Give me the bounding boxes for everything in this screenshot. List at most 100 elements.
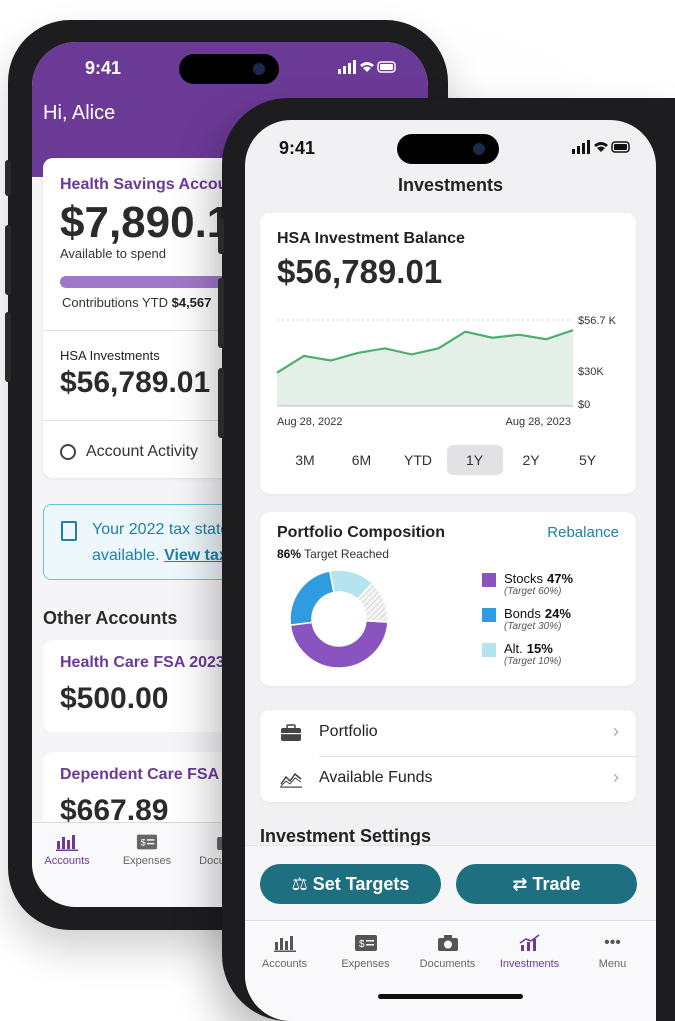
bar-chart-icon <box>56 835 78 851</box>
y-tick-label: $0 <box>578 399 590 411</box>
growth-icon <box>519 934 539 951</box>
area-fill <box>277 330 573 406</box>
front-screen: 9:41 Investments HSA Investment Balance … <box>245 120 656 1021</box>
contributions-ytd: Contributions YTD $4,567 <box>62 295 211 310</box>
document-icon <box>61 521 77 541</box>
range-6m[interactable]: 6M <box>334 445 390 475</box>
range-2y[interactable]: 2Y <box>503 445 559 475</box>
line-chart-icon <box>280 772 302 788</box>
range-3m[interactable]: 3M <box>277 445 333 475</box>
x-tick-label: Aug 28, 2022 <box>277 416 342 428</box>
status-time: 9:41 <box>279 138 316 158</box>
legend-label: Alt. 15% <box>504 641 553 656</box>
expense-icon: $ <box>136 834 158 850</box>
dynamic-island <box>179 54 279 84</box>
tab-accounts[interactable]: Accounts <box>247 933 322 970</box>
tab-expenses[interactable]: $ Expenses <box>112 833 182 867</box>
range-1y[interactable]: 1Y <box>446 445 503 475</box>
portfolio-row[interactable]: Portfolio › <box>260 710 636 756</box>
swap-icon: ⇄ <box>512 874 528 894</box>
camera-icon <box>473 143 485 155</box>
account-title: Dependent Care FSA <box>60 766 220 783</box>
legend-target: (Target 10%) <box>504 656 562 667</box>
dynamic-island <box>397 134 499 164</box>
phone-button <box>5 225 11 295</box>
signal-wifi-battery-icon <box>338 60 396 74</box>
status-icons <box>338 60 398 77</box>
legend-target: (Target 30%) <box>504 621 562 632</box>
screen-title: Investments <box>397 175 504 195</box>
y-tick-label: $56.7 K <box>578 315 617 327</box>
hsa-title: Health Savings Account <box>60 176 243 193</box>
signal-wifi-battery-icon <box>572 140 630 154</box>
tab-label: Documents <box>419 958 476 970</box>
contrib-label: Contributions YTD <box>62 295 168 310</box>
balance-chart: $56.7 K $30K $0 Aug 28, 2022 Aug 28, 2023 <box>276 315 617 428</box>
trade-label: Trade <box>532 874 581 894</box>
tab-accounts[interactable]: Accounts <box>32 833 102 867</box>
balance-card: HSA Investment Balance $56,789.01 $56.7 … <box>260 213 636 494</box>
expense-icon: $ <box>354 935 377 951</box>
tax-notice-line2: available. <box>92 547 160 564</box>
more-icon: ••• <box>604 934 621 951</box>
range-selector: 3M 6M YTD 1Y 2Y 5Y <box>277 445 627 475</box>
phone-button <box>218 368 224 438</box>
legend-label: Stocks 47% <box>504 571 574 586</box>
legend-swatch <box>482 643 496 657</box>
tab-label: Menu <box>598 958 627 970</box>
x-tick-label: Aug 28, 2023 <box>506 416 571 428</box>
chevron-right-icon: › <box>613 721 619 741</box>
phone-button <box>218 278 224 348</box>
home-indicator <box>378 994 523 999</box>
donut-slice-stocks <box>289 619 389 669</box>
legend-target: (Target 60%) <box>504 586 562 597</box>
tab-label: Expenses <box>341 958 390 970</box>
svg-text:$: $ <box>141 838 146 848</box>
tab-label: Expenses <box>122 855 172 867</box>
chevron-right-icon: › <box>613 767 619 787</box>
contrib-value: $4,567 <box>171 295 212 310</box>
trade-button[interactable]: ⇄ Trade <box>456 864 637 904</box>
portfolio-legend: Stocks 47% (Target 60%) Bonds 24% (Target 30%… <box>482 571 632 676</box>
legend-item: Alt. 15% (Target 10%) <box>482 641 632 676</box>
action-bar: ⚖ Set Targets ⇄ Trade <box>245 845 656 921</box>
legend-label: Bonds 24% <box>504 606 571 621</box>
account-value: $500.00 <box>60 682 169 715</box>
balance-label: Available to spend <box>60 246 167 261</box>
set-targets-label: Set Targets <box>312 874 410 894</box>
legend-swatch <box>482 608 496 622</box>
portfolio-card: Portfolio Composition Rebalance 86% Targ… <box>260 512 636 686</box>
greeting: Hi, Alice <box>43 102 116 124</box>
available-funds-row[interactable]: Available Funds › <box>260 756 636 802</box>
account-title: Health Care FSA 2023 <box>60 654 225 671</box>
investment-settings-title: Investment Settings <box>260 826 432 846</box>
front-phone: 9:41 Investments HSA Investment Balance … <box>218 98 675 1021</box>
y-tick-label: $30K <box>578 366 604 378</box>
range-ytd[interactable]: YTD <box>390 445 446 475</box>
legend-swatch <box>482 573 496 587</box>
camera-icon <box>437 935 458 951</box>
other-accounts-title: Other Accounts <box>43 608 178 628</box>
phone-button <box>218 218 224 254</box>
history-icon <box>60 444 76 460</box>
hsa-investments-value: $56,789.01 <box>60 366 211 399</box>
tab-menu[interactable]: ••• Menu <box>575 933 650 970</box>
svg-text:$: $ <box>359 939 365 950</box>
tab-label: Accounts <box>261 958 308 970</box>
briefcase-icon <box>281 724 301 741</box>
row-label: Available Funds <box>319 769 433 786</box>
legend-item: Bonds 24% (Target 30%) <box>482 606 632 641</box>
bar-chart-icon <box>273 936 296 952</box>
row-label: Portfolio <box>319 723 378 740</box>
tab-documents[interactable]: Documents <box>410 933 485 970</box>
status-time: 9:41 <box>85 58 122 78</box>
donut-slice-bonds <box>289 569 335 626</box>
set-targets-button[interactable]: ⚖ Set Targets <box>260 864 441 904</box>
range-5y[interactable]: 5Y <box>560 445 616 475</box>
account-activity-link[interactable]: Account Activity <box>60 443 198 461</box>
legend-item: Stocks 47% (Target 60%) <box>482 571 632 606</box>
tab-expenses[interactable]: $ Expenses <box>328 933 403 970</box>
tab-label: Investments <box>499 958 560 970</box>
tab-investments[interactable]: Investments <box>492 933 567 970</box>
phone-button <box>5 312 11 382</box>
